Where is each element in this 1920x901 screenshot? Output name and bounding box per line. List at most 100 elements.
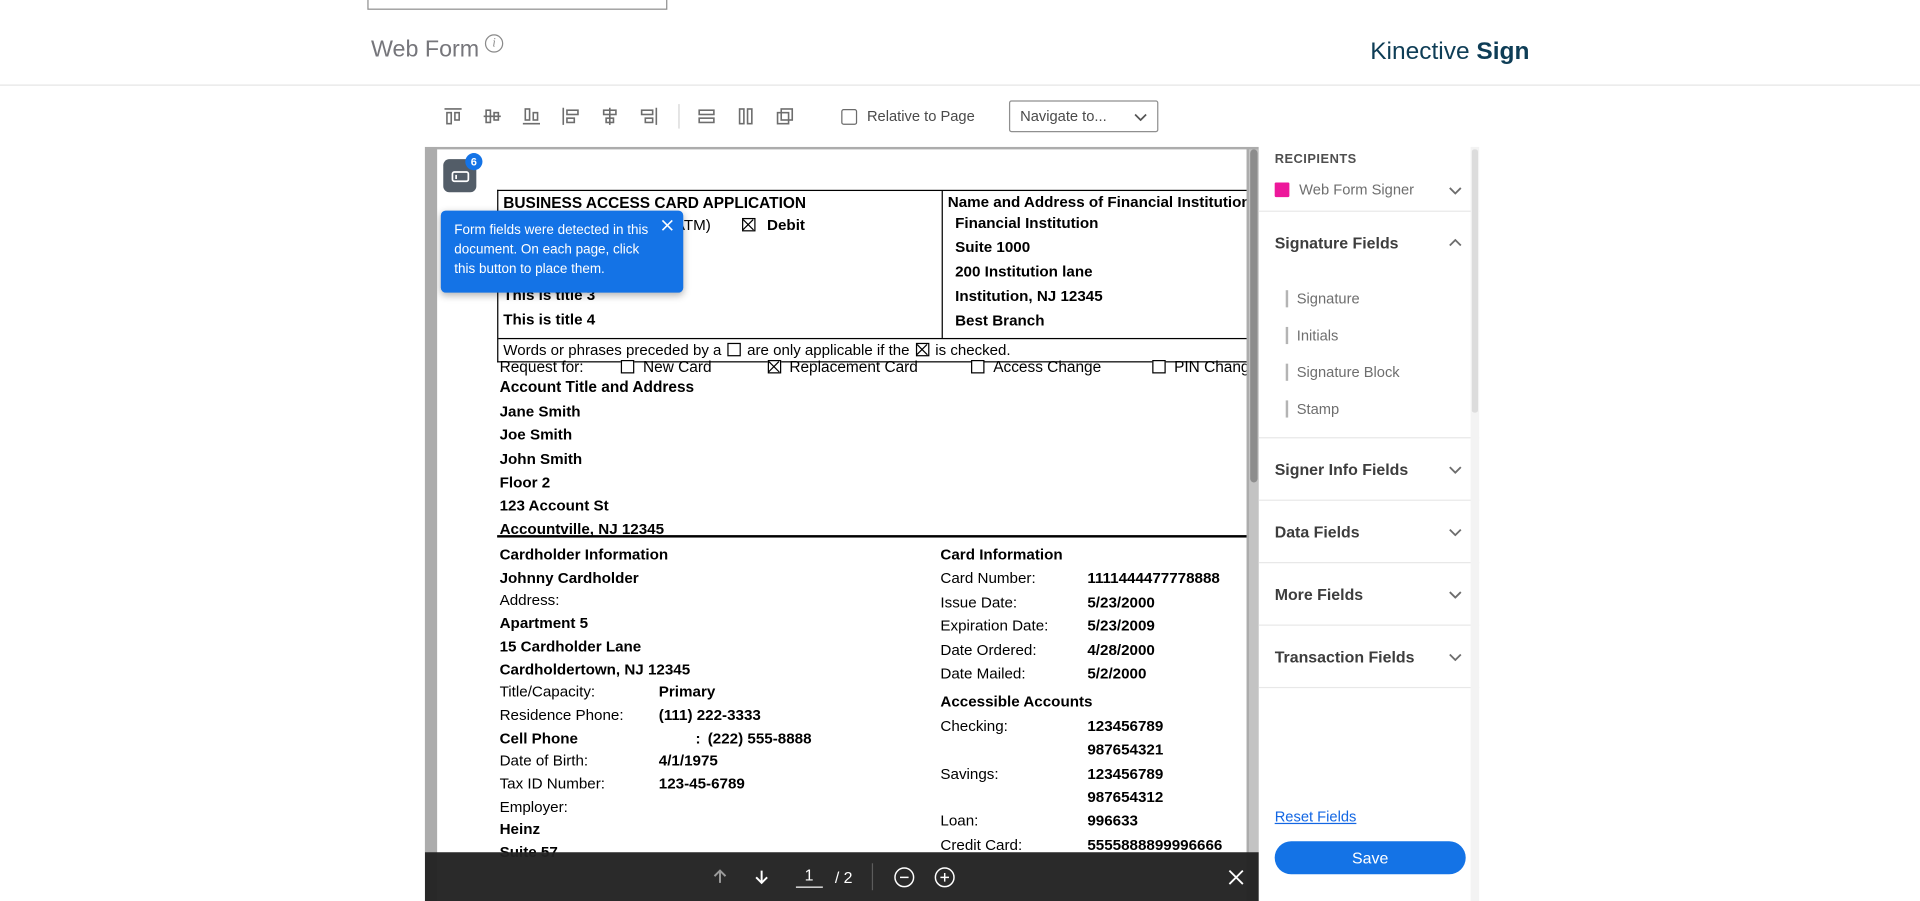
tooltip-close-icon[interactable] — [661, 219, 673, 231]
align-top-icon[interactable] — [443, 107, 463, 127]
address-label: Address: — [500, 589, 936, 612]
account-row: Loan:996633 — [940, 810, 1246, 834]
alignment-toolbar: Relative to Page Navigate to... — [425, 86, 1259, 147]
account-row: Checking:123456789987654321 — [940, 715, 1246, 763]
words-part-3: is checked. — [935, 342, 1010, 359]
field-item-stamp[interactable]: Stamp — [1275, 391, 1462, 428]
fi-line: 200 Institution lane — [955, 260, 1246, 284]
align-right-icon[interactable] — [639, 107, 659, 127]
place-fields-button[interactable]: 6 — [443, 159, 476, 192]
field-row: Date Ordered:4/28/2000 — [940, 639, 1246, 663]
account-line: Joe Smith — [500, 424, 695, 448]
info-icon[interactable]: i — [485, 34, 503, 52]
signer-info-fields-header[interactable]: Signer Info Fields — [1275, 438, 1462, 499]
cutoff-element — [367, 0, 667, 10]
relative-to-page-checkbox[interactable] — [841, 108, 857, 124]
recipient-selector[interactable]: Web Form Signer — [1275, 176, 1462, 203]
fields-sidebar: RECIPIENTS Web Form Signer Signature Fie… — [1259, 86, 1479, 901]
page-number-input[interactable]: 1 — [796, 866, 823, 888]
recipients-block: RECIPIENTS Web Form Signer — [1259, 86, 1479, 204]
zoom-out-icon[interactable] — [893, 865, 916, 888]
field-row: Date of Birth:4/1/1975 — [500, 750, 936, 773]
field-value: 5/23/2000 — [1087, 591, 1155, 615]
recipients-label: RECIPIENTS — [1275, 152, 1462, 167]
field-value: 5/2/2000 — [1087, 662, 1146, 686]
field-item-signature[interactable]: Signature — [1275, 280, 1462, 317]
section-label: Data Fields — [1275, 522, 1360, 540]
field-label: Date Ordered: — [940, 639, 1087, 663]
chevron-down-icon — [1449, 527, 1462, 536]
close-viewer-icon[interactable] — [1228, 852, 1244, 901]
words-part-1: Words or phrases preceded by a — [503, 342, 721, 359]
brand-name-bold: Sign — [1476, 38, 1529, 65]
field-item-label: Signature — [1297, 290, 1360, 307]
document-scrollbar[interactable] — [1249, 149, 1259, 901]
align-middle-icon[interactable] — [482, 107, 502, 127]
field-item-initials[interactable]: Initials — [1275, 317, 1462, 354]
brand-name: Kinective — [1370, 38, 1469, 65]
brand-logo: Kinective Sign — [1370, 38, 1529, 66]
align-bottom-icon[interactable] — [522, 107, 542, 127]
chevron-down-icon — [1449, 186, 1462, 195]
match-height-icon[interactable] — [736, 107, 756, 127]
drag-handle-icon — [1286, 400, 1288, 417]
page-title: Web Form — [371, 37, 479, 64]
signature-fields-items: Signature Initials Signature Block Stamp — [1275, 273, 1462, 437]
checked-checkbox — [916, 343, 929, 356]
field-label: Residence Phone: — [500, 704, 659, 727]
navigate-to-value: Navigate to... — [1020, 108, 1107, 125]
chevron-down-icon — [1449, 590, 1462, 599]
detected-fields-count-badge: 6 — [465, 153, 482, 170]
sidebar-scrollbar-thumb[interactable] — [1472, 149, 1478, 412]
pin-change-label: PIN Change — [1174, 359, 1246, 376]
account-line: John Smith — [500, 448, 695, 472]
signature-fields-header[interactable]: Signature Fields — [1275, 212, 1462, 273]
pager-divider — [872, 863, 873, 890]
field-item-signature-block[interactable]: Signature Block — [1275, 354, 1462, 391]
field-row: Card Number:1111444477778888 — [940, 567, 1246, 591]
save-button[interactable]: Save — [1275, 841, 1466, 874]
field-value: 4/1/1975 — [659, 750, 718, 773]
navigate-to-dropdown[interactable]: Navigate to... — [1009, 100, 1158, 132]
recipient-color-swatch — [1275, 182, 1290, 197]
pin-change-checkbox — [1152, 360, 1165, 373]
request-for-row: Request for: New Card Replacement Card A… — [500, 359, 1247, 376]
account-line: Floor 2 — [500, 471, 695, 495]
field-row: Issue Date:5/23/2000 — [940, 591, 1246, 615]
reset-fields-link[interactable]: Reset Fields — [1275, 808, 1357, 825]
document-canvas: 6 Form fields were detected in this docu… — [425, 147, 1259, 901]
card-information-section: Card Information Card Number:11114444777… — [940, 544, 1246, 858]
fi-line: Suite 1000 — [955, 235, 1246, 259]
field-label: Date Mailed: — [940, 662, 1087, 686]
empty-checkbox — [728, 343, 741, 356]
more-fields-header[interactable]: More Fields — [1275, 563, 1462, 624]
tooltip-text: Form fields were detected in this docume… — [454, 223, 648, 277]
data-fields-header[interactable]: Data Fields — [1275, 501, 1462, 562]
chevron-up-icon — [1449, 238, 1462, 247]
account-label: Loan: — [940, 810, 1087, 834]
align-left-icon[interactable] — [561, 107, 581, 127]
replacement-card-label: Replacement Card — [789, 359, 918, 376]
address-line: 15 Cardholder Lane — [500, 635, 936, 658]
transaction-fields-header[interactable]: Transaction Fields — [1275, 626, 1462, 687]
align-center-icon[interactable] — [600, 107, 620, 127]
field-value: 123-45-6789 — [659, 773, 745, 796]
next-page-icon[interactable] — [752, 867, 772, 887]
account-label: Savings: — [940, 762, 1087, 810]
fi-line: Best Branch — [955, 309, 1246, 333]
previous-page-icon[interactable] — [710, 867, 730, 887]
fields-detected-tooltip: Form fields were detected in this docume… — [441, 211, 683, 293]
match-width-icon[interactable] — [697, 107, 717, 127]
document-scrollbar-thumb[interactable] — [1250, 149, 1257, 482]
chevron-down-icon — [1134, 112, 1147, 121]
access-change-label: Access Change — [993, 359, 1101, 376]
pdf-page: 6 Form fields were detected in this docu… — [437, 149, 1246, 901]
new-card-checkbox — [621, 360, 634, 373]
sidebar-scrollbar[interactable] — [1471, 147, 1480, 901]
section-label: Transaction Fields — [1275, 647, 1415, 665]
debit-label: Debit — [767, 217, 805, 234]
account-line: Jane Smith — [500, 400, 695, 424]
zoom-in-icon[interactable] — [933, 865, 956, 888]
match-size-icon[interactable] — [775, 107, 795, 127]
request-option: New Card — [621, 359, 712, 376]
